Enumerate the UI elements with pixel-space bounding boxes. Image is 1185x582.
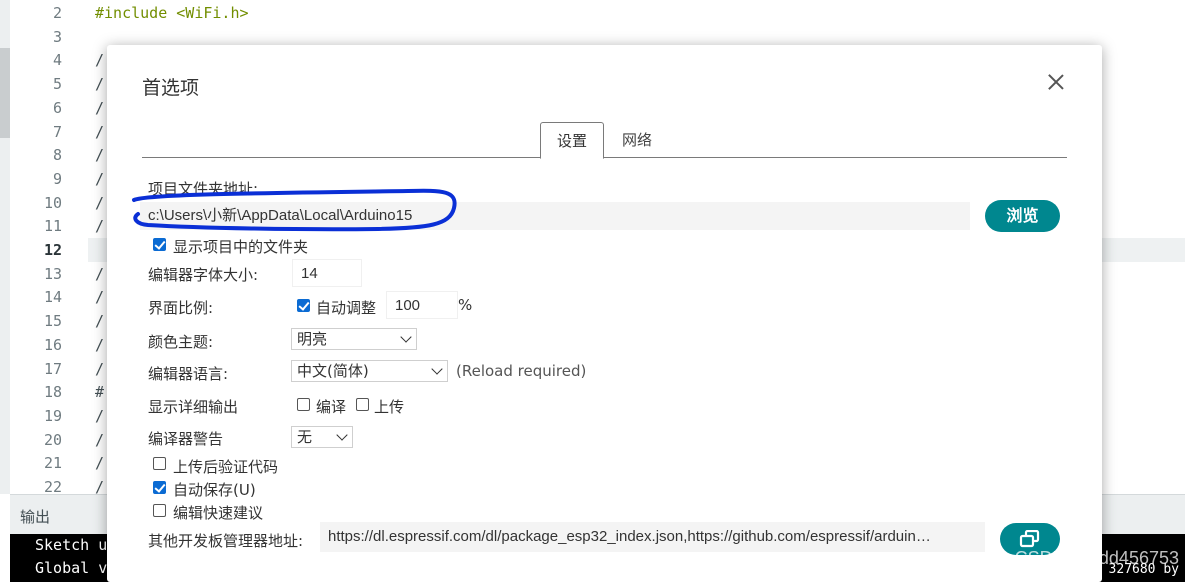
line-number: 20	[43, 430, 62, 449]
line-number: 14	[43, 288, 62, 307]
show-files-checkbox[interactable]	[153, 238, 166, 251]
output-title: 输出	[20, 508, 51, 526]
tab-settings[interactable]: 设置	[540, 122, 604, 159]
auto-scale-checkbox[interactable]	[297, 299, 310, 312]
language-select[interactable]: 中文(简体)	[291, 360, 448, 382]
code-line-include[interactable]: #include <WiFi.h>	[95, 1, 249, 25]
verify-upload-checkbox[interactable]	[153, 457, 166, 470]
scale-label: 界面比例:	[148, 299, 214, 317]
line-number: 13	[43, 264, 62, 283]
scale-unit: %	[458, 296, 473, 314]
editor-scroll-strip[interactable]	[0, 0, 10, 494]
code-line[interactable]: /	[95, 357, 104, 381]
verbose-compile-checkbox[interactable]	[297, 398, 310, 411]
code-line[interactable]: /	[95, 48, 104, 72]
code-line[interactable]: /	[95, 120, 104, 144]
line-number: 10	[43, 193, 62, 212]
autosave-checkbox[interactable]	[153, 481, 166, 494]
code-line[interactable]: /	[95, 262, 104, 286]
line-number: 6	[52, 98, 62, 117]
browse-button[interactable]: 浏览	[985, 200, 1060, 232]
auto-scale-label: 自动调整	[316, 299, 377, 317]
tabs-divider	[142, 157, 1067, 158]
line-number: 5	[52, 75, 62, 94]
language-value: 中文(简体)	[297, 362, 369, 380]
code-line[interactable]: /	[95, 285, 104, 309]
verify-upload-label: 上传后验证代码	[173, 458, 279, 476]
font-size-input[interactable]: 14	[292, 259, 362, 287]
code-line[interactable]: /	[95, 214, 104, 238]
tab-network[interactable]: 网络	[612, 122, 662, 158]
quick-suggest-checkbox[interactable]	[153, 504, 166, 517]
code-line[interactable]: /	[95, 404, 104, 428]
preferences-dialog: 首选项 设置 网络 项目文件夹地址: c:\Users\小新\AppData\L…	[107, 45, 1102, 582]
line-number: 8	[52, 146, 62, 165]
warnings-label: 编译器警告	[148, 430, 224, 448]
theme-select[interactable]: 明亮	[291, 328, 417, 350]
chevron-down-icon	[400, 331, 412, 343]
code-line[interactable]: /	[95, 333, 104, 357]
line-number: 21	[43, 454, 62, 473]
sketchbook-label: 项目文件夹地址:	[148, 180, 259, 198]
code-line[interactable]: /	[95, 96, 104, 120]
code-line[interactable]: /	[95, 191, 104, 215]
reload-note: (Reload required)	[456, 362, 587, 380]
scroll-thumb[interactable]	[0, 48, 10, 138]
code-line[interactable]: /	[95, 428, 104, 452]
line-number: 16	[43, 335, 62, 354]
line-number: 9	[52, 169, 62, 188]
code-line[interactable]: /	[95, 309, 104, 333]
code-line[interactable]: /	[95, 72, 104, 96]
dialog-title: 首选项	[142, 77, 200, 99]
csdn-watermark: CSDN @ddd456753	[1014, 548, 1179, 568]
verbose-upload-checkbox[interactable]	[356, 398, 369, 411]
autosave-label: 自动保存(U)	[173, 481, 256, 499]
chevron-down-icon	[431, 363, 443, 375]
close-icon[interactable]	[1045, 71, 1067, 93]
warnings-select[interactable]: 无	[291, 426, 353, 448]
window-restore-icon	[1019, 529, 1040, 548]
board-urls-label: 其他开发板管理器地址:	[148, 532, 304, 550]
line-number: 7	[52, 122, 62, 141]
theme-label: 颜色主题:	[148, 333, 214, 351]
verbose-upload-label: 上传	[374, 398, 405, 416]
console-line: Global v	[35, 559, 108, 577]
chevron-down-icon	[336, 429, 348, 441]
warnings-value: 无	[297, 428, 313, 446]
line-number: 12	[43, 241, 62, 259]
font-size-label: 编辑器字体大小:	[148, 266, 259, 284]
line-number: 11	[43, 217, 62, 236]
console-line: Sketch u	[35, 536, 108, 554]
theme-value: 明亮	[297, 330, 328, 348]
code-line[interactable]: /	[95, 451, 104, 475]
line-number: 15	[43, 312, 62, 331]
sketchbook-path-input[interactable]: c:\Users\小新\AppData\Local\Arduino15	[140, 202, 970, 230]
scale-input[interactable]: 100	[386, 291, 458, 319]
quick-suggest-label: 编辑快速建议	[173, 504, 264, 522]
verbose-compile-label: 编译	[316, 398, 347, 416]
line-number: 3	[52, 27, 62, 46]
code-line[interactable]: #	[95, 380, 104, 404]
show-files-label: 显示项目中的文件夹	[173, 238, 309, 256]
language-label: 编辑器语言:	[148, 365, 229, 383]
line-number: 4	[52, 51, 62, 70]
verbose-label: 显示详细输出	[148, 398, 239, 416]
line-number: 18	[43, 383, 62, 402]
code-line[interactable]: /	[95, 167, 104, 191]
line-number: 17	[43, 359, 62, 378]
line-number: 2	[52, 4, 62, 22]
code-line[interactable]: /	[95, 143, 104, 167]
line-number: 19	[43, 406, 62, 425]
board-urls-input[interactable]: https://dl.espressif.com/dl/package_esp3…	[320, 522, 985, 552]
